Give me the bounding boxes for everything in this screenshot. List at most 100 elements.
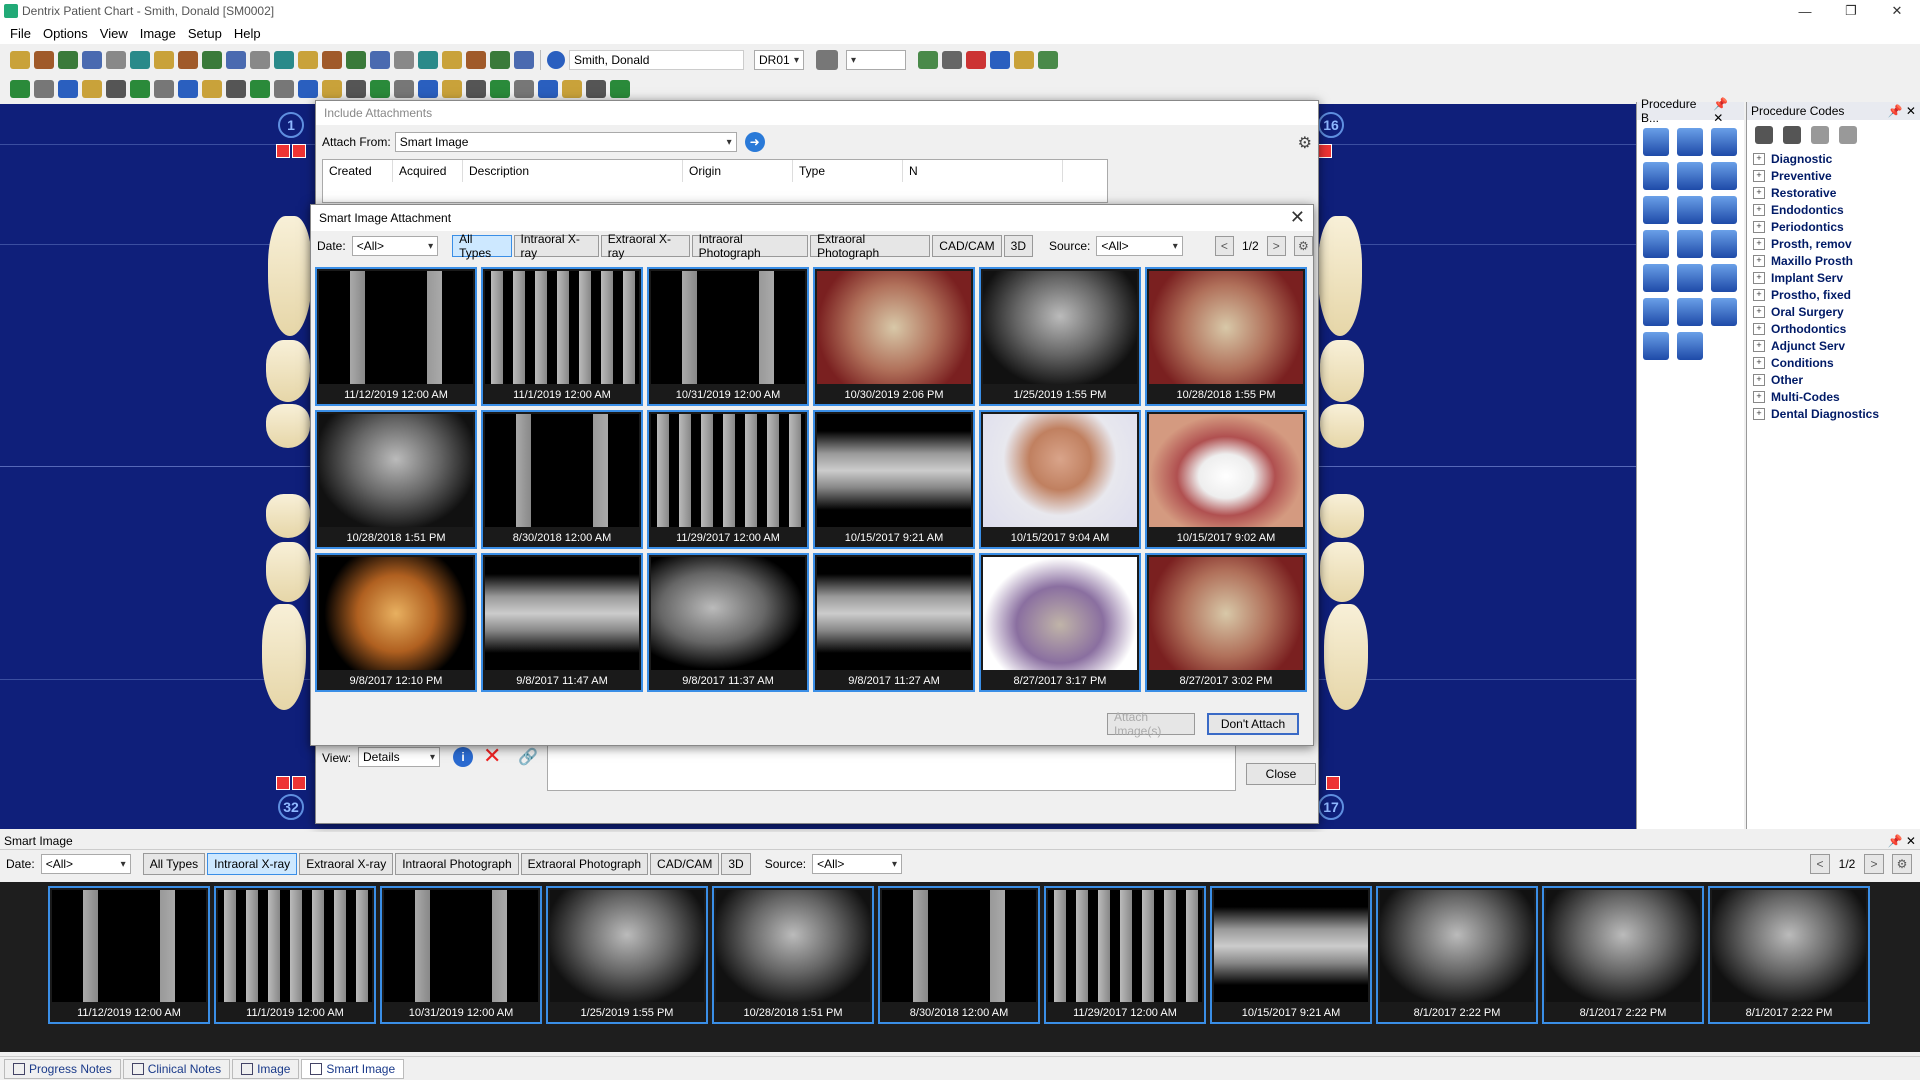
toolbar-tool-icon[interactable] — [106, 51, 126, 69]
type-filter-button[interactable]: 3D — [721, 853, 751, 875]
toolbar-tool-icon[interactable] — [942, 51, 962, 69]
procedure-button-icon[interactable] — [1643, 196, 1669, 224]
tooth-image[interactable] — [266, 340, 310, 402]
patient-name-field[interactable]: Smith, Donald — [569, 50, 744, 70]
procedure-button-icon[interactable] — [1677, 128, 1703, 156]
image-thumbnail[interactable]: 1/25/2019 1:55 PM — [979, 267, 1141, 406]
image-thumbnail[interactable]: 11/12/2019 12:00 AM — [48, 886, 210, 1024]
view-combo[interactable]: Details — [358, 747, 440, 767]
procedure-category-item[interactable]: Preventive — [1747, 167, 1920, 184]
image-thumbnail[interactable]: 10/28/2018 1:51 PM — [712, 886, 874, 1024]
toolbar-tool-icon[interactable] — [966, 51, 986, 69]
tooth-image[interactable] — [268, 216, 312, 336]
type-filter-button[interactable]: Intraoral X-ray — [513, 232, 599, 260]
image-thumbnail[interactable]: 8/1/2017 2:22 PM — [1708, 886, 1870, 1024]
toolbar-tool-icon[interactable] — [298, 51, 318, 69]
source-combo[interactable]: <All> — [812, 854, 903, 874]
procedure-button-icon[interactable] — [1643, 298, 1669, 326]
pin-close-icons[interactable]: 📌 ✕ — [1713, 97, 1740, 125]
procedure-button-icon[interactable] — [1711, 298, 1737, 326]
close-icon[interactable]: ✕ — [1290, 207, 1305, 228]
toolbar-tool-icon[interactable] — [322, 80, 342, 98]
next-page-button[interactable]: > — [1864, 854, 1884, 874]
type-filter-button[interactable]: Extraoral Photograph — [520, 853, 649, 875]
toolbar-tool-icon[interactable] — [418, 80, 438, 98]
pin-close-icons[interactable]: 📌 ✕ — [1888, 834, 1916, 848]
tooth-number-1[interactable]: 1 — [278, 112, 304, 138]
tooth-number-32[interactable]: 32 — [278, 794, 304, 820]
attach-from-combo[interactable]: Smart Image — [394, 132, 737, 152]
edit-icon[interactable] — [1839, 126, 1857, 144]
toolbar-tool-icon[interactable] — [178, 51, 198, 69]
toolbar-tool-icon[interactable] — [610, 80, 630, 98]
menu-setup[interactable]: Setup — [182, 26, 228, 41]
toolbar-tool-icon[interactable] — [918, 51, 938, 69]
close-window-button[interactable]: ✕ — [1874, 0, 1920, 22]
image-thumbnail[interactable]: 8/1/2017 2:22 PM — [1542, 886, 1704, 1024]
tooth-number-17[interactable]: 17 — [1318, 794, 1344, 820]
column-header[interactable]: Origin — [683, 160, 793, 182]
toolbar-tool-icon[interactable] — [154, 51, 174, 69]
column-header[interactable]: Acquired — [393, 160, 463, 182]
toolbar-tool-icon[interactable] — [346, 51, 366, 69]
procedure-button-icon[interactable] — [1677, 196, 1703, 224]
image-thumbnail[interactable]: 10/15/2017 9:04 AM — [979, 410, 1141, 549]
procedure-category-item[interactable]: Orthodontics — [1747, 320, 1920, 337]
image-thumbnail[interactable]: 9/8/2017 11:27 AM — [813, 553, 975, 692]
toolbar-tool-icon[interactable] — [178, 80, 198, 98]
toolbar-tool-icon[interactable] — [490, 51, 510, 69]
menu-help[interactable]: Help — [228, 26, 267, 41]
procedure-button-icon[interactable] — [1677, 264, 1703, 292]
toolbar-tool-icon[interactable] — [250, 80, 270, 98]
procedure-button-icon[interactable] — [1711, 230, 1737, 258]
toolbar-tool-icon[interactable] — [202, 51, 222, 69]
tooth-image[interactable] — [1320, 404, 1364, 448]
procedure-category-item[interactable]: Prostho, fixed — [1747, 286, 1920, 303]
procedure-category-item[interactable]: Maxillo Prosth — [1747, 252, 1920, 269]
toolbar-tool-icon[interactable] — [1038, 51, 1058, 69]
toolbar-tool-icon[interactable] — [34, 51, 54, 69]
toolbar-tool-icon[interactable] — [1014, 51, 1034, 69]
pin-close-icons[interactable]: 📌 ✕ — [1888, 104, 1916, 118]
next-page-button[interactable]: > — [1266, 236, 1286, 256]
toolbar-tool-icon[interactable] — [226, 51, 246, 69]
blank-combo[interactable] — [846, 50, 906, 70]
toolbar-tool-icon[interactable] — [322, 51, 342, 69]
menu-options[interactable]: Options — [37, 26, 94, 41]
toolbar-tool-icon[interactable] — [514, 51, 534, 69]
column-header[interactable]: N — [903, 160, 1063, 182]
image-thumbnail[interactable]: 9/8/2017 11:47 AM — [481, 553, 643, 692]
tooth-17-icons[interactable] — [1326, 776, 1358, 792]
image-thumbnail[interactable]: 10/28/2018 1:51 PM — [315, 410, 477, 549]
procedure-button-icon[interactable] — [1643, 162, 1669, 190]
tooth-image[interactable] — [266, 494, 310, 538]
procedure-button-icon[interactable] — [1643, 264, 1669, 292]
type-filter-button[interactable]: Intraoral Photograph — [691, 232, 809, 260]
toolbar-tool-icon[interactable] — [538, 80, 558, 98]
source-combo[interactable]: <All> — [1096, 236, 1183, 256]
toolbar-tool-icon[interactable] — [370, 80, 390, 98]
bottom-tab[interactable]: Clinical Notes — [122, 1058, 231, 1079]
toolbar-tool-icon[interactable] — [130, 80, 150, 98]
tooth-image[interactable] — [1318, 216, 1362, 336]
procedure-button-icon[interactable] — [1643, 230, 1669, 258]
toolbar-tool-icon[interactable] — [82, 51, 102, 69]
procedure-button-icon[interactable] — [1677, 230, 1703, 258]
toolbar-tool-icon[interactable] — [10, 51, 30, 69]
image-thumbnail[interactable]: 1/25/2019 1:55 PM — [546, 886, 708, 1024]
toolbar-tool-icon[interactable] — [466, 80, 486, 98]
toolbar-tool-icon[interactable] — [346, 80, 366, 98]
tooth-image[interactable] — [1320, 494, 1364, 538]
toolbar-tool-icon[interactable] — [418, 51, 438, 69]
type-filter-button[interactable]: CAD/CAM — [932, 235, 1002, 257]
toolbar-tool-icon[interactable] — [58, 51, 78, 69]
image-thumbnail[interactable]: 8/27/2017 3:17 PM — [979, 553, 1141, 692]
column-header[interactable]: Description — [463, 160, 683, 182]
list-view-icon[interactable] — [1755, 126, 1773, 144]
tooth-image[interactable] — [266, 404, 310, 448]
type-filter-button[interactable]: Extraoral X-ray — [600, 232, 690, 260]
toolbar-tool-icon[interactable] — [562, 80, 582, 98]
toolbar-tool-icon[interactable] — [202, 80, 222, 98]
procedure-category-item[interactable]: Diagnostic — [1747, 150, 1920, 167]
image-thumbnail[interactable]: 10/15/2017 9:02 AM — [1145, 410, 1307, 549]
